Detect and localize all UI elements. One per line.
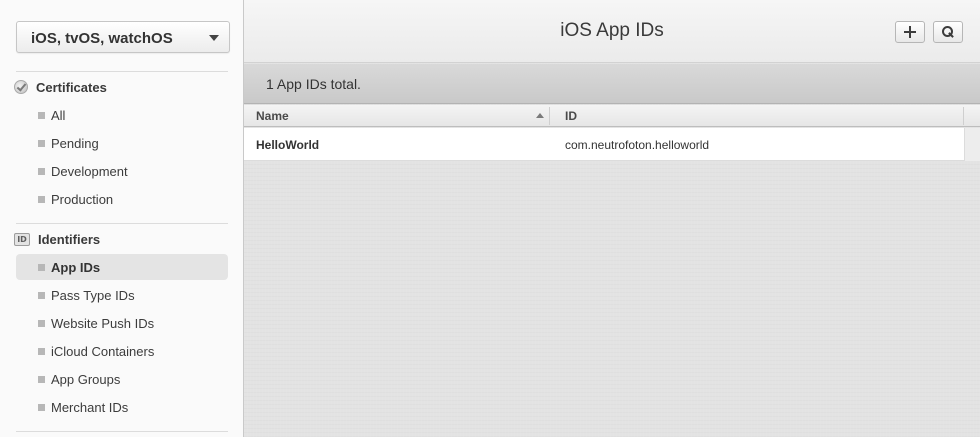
sidebar-item-label: iCloud Containers bbox=[51, 343, 155, 359]
bullet-icon bbox=[38, 403, 45, 411]
chevron-down-icon bbox=[209, 35, 219, 41]
app-window: iOS, tvOS, watchOS Certificates All Pend… bbox=[0, 0, 980, 437]
bullet-icon bbox=[38, 291, 45, 299]
sidebar-item-label: App IDs bbox=[51, 259, 101, 275]
sidebar-item-label: Pass Type IDs bbox=[51, 287, 135, 303]
sidebar-item-label: Production bbox=[51, 191, 114, 207]
sort-ascending-icon bbox=[536, 113, 544, 118]
column-header-name[interactable]: Name bbox=[244, 105, 549, 127]
sidebar-item-label: Website Push IDs bbox=[51, 315, 155, 331]
sidebar-divider bbox=[16, 71, 228, 72]
sidebar-item-development[interactable]: Development bbox=[16, 158, 228, 184]
table-scroll-gutter bbox=[964, 128, 980, 161]
sidebar-item-label: Pending bbox=[51, 135, 99, 151]
sidebar-item-merchant-ids[interactable]: Merchant IDs bbox=[16, 394, 228, 420]
column-divider[interactable] bbox=[963, 107, 964, 125]
table-row[interactable]: HelloWorld com.neutrofoton.helloworld bbox=[244, 128, 964, 161]
sidebar-item-pending[interactable]: Pending bbox=[16, 130, 228, 156]
main-panel: iOS App IDs 1 App IDs total. Name ID Hel… bbox=[244, 0, 980, 437]
sidebar-item-label: Merchant IDs bbox=[51, 399, 129, 415]
bullet-icon bbox=[38, 111, 45, 119]
page-title: iOS App IDs bbox=[560, 20, 664, 41]
table-header: Name ID bbox=[244, 105, 980, 127]
total-count: 1 App IDs total. bbox=[266, 76, 361, 92]
sidebar-item-label: All bbox=[51, 107, 66, 123]
column-divider[interactable] bbox=[549, 107, 550, 125]
section-certificates: Certificates bbox=[14, 78, 107, 96]
sidebar-item-label: App Groups bbox=[51, 371, 121, 387]
section-title-identifiers: Identifiers bbox=[38, 231, 101, 247]
column-header-id[interactable]: ID bbox=[553, 105, 963, 127]
column-header-label: Name bbox=[256, 109, 289, 123]
bullet-icon bbox=[38, 319, 45, 327]
sidebar-item-app-groups[interactable]: App Groups bbox=[16, 366, 228, 392]
bullet-icon bbox=[38, 195, 45, 203]
platform-select-label: iOS, tvOS, watchOS bbox=[31, 30, 173, 47]
summary-bar: 1 App IDs total. bbox=[244, 64, 980, 104]
search-button[interactable] bbox=[933, 21, 963, 43]
sidebar-item-all[interactable]: All bbox=[16, 102, 228, 128]
sidebar-divider bbox=[16, 431, 228, 432]
bullet-icon bbox=[38, 375, 45, 383]
page-header: iOS App IDs bbox=[244, 0, 980, 63]
sidebar-item-app-ids[interactable]: App IDs bbox=[16, 254, 228, 280]
platform-select[interactable]: iOS, tvOS, watchOS bbox=[16, 21, 230, 53]
section-identifiers: ID Identifiers bbox=[14, 230, 100, 248]
bullet-icon bbox=[38, 139, 45, 147]
bullet-icon bbox=[38, 167, 45, 175]
sidebar: iOS, tvOS, watchOS Certificates All Pend… bbox=[0, 0, 244, 437]
add-button[interactable] bbox=[895, 21, 925, 43]
bullet-icon bbox=[38, 347, 45, 355]
cell-id: com.neutrofoton.helloworld bbox=[565, 138, 710, 152]
sidebar-item-icloud-containers[interactable]: iCloud Containers bbox=[16, 338, 228, 364]
sidebar-item-website-push-ids[interactable]: Website Push IDs bbox=[16, 310, 228, 336]
cell-name: HelloWorld bbox=[256, 138, 320, 152]
search-icon bbox=[942, 26, 954, 38]
sidebar-item-pass-type-ids[interactable]: Pass Type IDs bbox=[16, 282, 228, 308]
sidebar-item-label: Development bbox=[51, 163, 128, 179]
certificate-icon bbox=[14, 80, 28, 94]
sidebar-item-production[interactable]: Production bbox=[16, 186, 228, 212]
id-badge-icon: ID bbox=[14, 232, 30, 246]
sidebar-divider bbox=[16, 223, 228, 224]
column-header-label: ID bbox=[565, 109, 577, 123]
bullet-icon bbox=[38, 263, 45, 271]
plus-icon bbox=[904, 26, 916, 38]
section-title-certificates: Certificates bbox=[36, 79, 107, 95]
